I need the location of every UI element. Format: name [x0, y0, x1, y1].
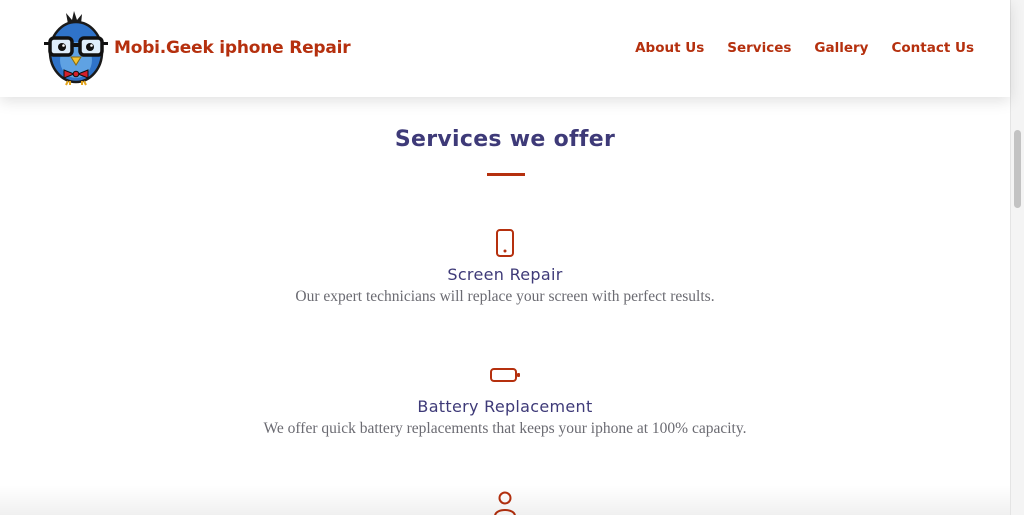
services-section: Services we offer Screen Repair Our expe…	[0, 97, 1010, 515]
service-screen-repair: Screen Repair Our expert technicians wil…	[0, 227, 1010, 306]
nav-contact-us[interactable]: Contact Us	[891, 40, 974, 56]
nav-about-us[interactable]: About Us	[635, 40, 704, 56]
brand-name: Mobi.Geek iphone Repair	[114, 38, 351, 58]
site-header: Mobi.Geek iphone Repair About Us Service…	[0, 0, 1010, 97]
page-scrollbar[interactable]	[1010, 0, 1024, 515]
phone-icon	[496, 229, 514, 257]
main-nav: About Us Services Gallery Contact Us	[635, 40, 974, 56]
title-underline	[487, 173, 525, 176]
scrollbar-thumb[interactable]	[1014, 130, 1021, 208]
brand-link[interactable]: Mobi.Geek iphone Repair	[44, 10, 351, 86]
service-name: Screen Repair	[447, 265, 563, 284]
section-bottom-shadow	[0, 485, 1010, 515]
nav-services[interactable]: Services	[727, 40, 791, 56]
battery-icon	[490, 368, 520, 382]
service-description: Our expert technicians will replace your…	[295, 288, 715, 305]
section-title: Services we offer	[394, 127, 616, 152]
nerd-bird-mascot-icon	[44, 11, 108, 86]
service-name: Battery Replacement	[417, 397, 593, 416]
nav-gallery[interactable]: Gallery	[814, 40, 868, 56]
service-battery-replacement: Battery Replacement We offer quick batte…	[0, 359, 1010, 438]
service-description: We offer quick battery replacements that…	[263, 420, 747, 437]
page: Mobi.Geek iphone Repair About Us Service…	[0, 0, 1024, 515]
